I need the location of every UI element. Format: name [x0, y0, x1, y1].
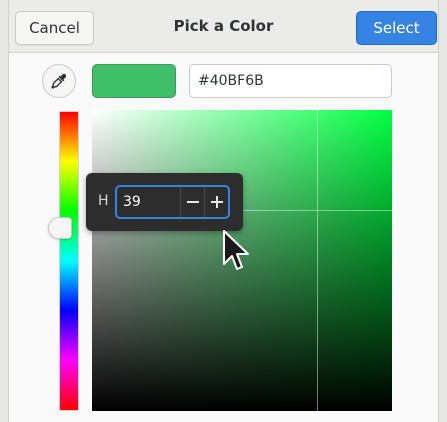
hue-label: H — [98, 193, 109, 209]
cancel-button[interactable]: Cancel — [15, 11, 94, 45]
hue-decrement-button[interactable] — [180, 187, 204, 217]
hue-editor-popover: H — [86, 173, 243, 231]
hex-color-input[interactable] — [189, 64, 392, 98]
eyedropper-icon — [51, 73, 67, 89]
hue-slider[interactable] — [59, 111, 79, 411]
plane-crosshair-vertical — [317, 110, 318, 411]
eyedropper-button[interactable] — [42, 64, 76, 98]
select-button[interactable]: Select — [356, 11, 437, 45]
hue-slider-handle[interactable] — [48, 217, 72, 239]
header-bar: Cancel Pick a Color Select — [9, 0, 438, 53]
minus-icon — [186, 201, 199, 203]
hue-spin-button[interactable] — [115, 185, 230, 219]
hue-increment-button[interactable] — [204, 187, 228, 217]
plus-icon — [210, 196, 223, 208]
hue-value-input[interactable] — [117, 187, 180, 217]
color-swatch[interactable] — [92, 64, 176, 98]
mouse-pointer-icon — [223, 230, 249, 270]
